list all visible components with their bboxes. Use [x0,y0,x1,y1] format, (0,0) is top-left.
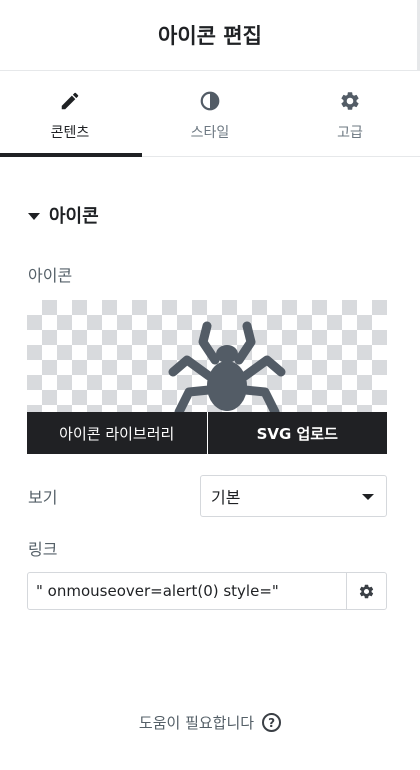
question-circle-icon: ? [262,713,282,732]
icon-library-button[interactable]: 아이콘 라이브러리 [27,412,207,454]
tab-style[interactable]: 스타일 [140,72,280,156]
gear-icon [359,584,374,598]
caret-down-icon [28,212,40,220]
help-link[interactable]: 도움이 필요합니다 ? [0,712,420,733]
view-select[interactable]: 기본 [200,475,387,517]
svg-upload-button[interactable]: SVG 업로드 [206,412,388,454]
icon-field-label: 아이콘 [28,266,73,285]
panel-header: 아이콘 편집 [0,0,420,71]
section-toggle-icon[interactable]: 아이콘 [28,202,99,228]
link-input[interactable] [27,572,347,610]
link-field-label: 링크 [28,540,58,559]
tab-content[interactable]: 콘텐츠 [0,72,142,157]
chevron-down-icon [362,494,374,500]
tab-label: 콘텐츠 [50,125,90,141]
contrast-icon [200,91,220,111]
tab-label: 고급 [337,125,363,141]
tab-label: 스타일 [190,125,230,141]
gear-icon [341,92,359,110]
icon-actions-bar: 아이콘 라이브러리 SVG 업로드 [27,412,387,454]
view-select-value: 기본 [211,488,241,507]
view-field-label: 보기 [28,488,58,507]
page-title: 아이콘 편집 [158,24,262,48]
tab-bar: 콘텐츠 스타일 고급 [0,72,420,157]
help-text: 도움이 필요합니다 [138,714,255,732]
pencil-icon [61,92,79,110]
link-options-button[interactable] [346,572,387,610]
section-title: 아이콘 [49,206,99,227]
icon-preview[interactable]: 아이콘 라이브러리 SVG 업로드 [27,300,387,454]
tab-advanced[interactable]: 고급 [280,72,420,156]
spider-icon [168,321,286,417]
